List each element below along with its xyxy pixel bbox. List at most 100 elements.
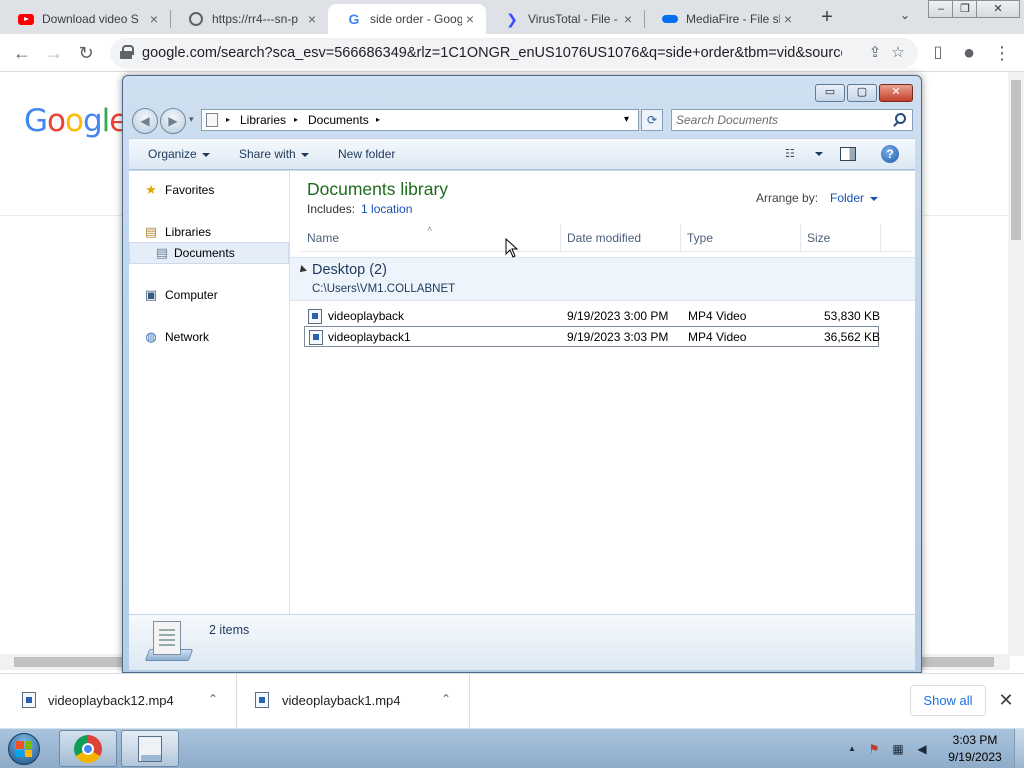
file-row[interactable]: videoplayback 9/19/2023 3:00 PM MP4 Vide… (304, 306, 880, 327)
tab-close-icon[interactable]: × (146, 11, 162, 27)
video-file-icon (22, 692, 36, 708)
taskbar-chrome[interactable] (59, 730, 117, 767)
google-logo[interactable]: Google (24, 103, 128, 139)
change-view-icon[interactable]: ☷ (785, 148, 799, 160)
tab-close-icon[interactable]: × (620, 11, 636, 27)
taskbar-explorer[interactable] (121, 730, 179, 767)
forward-arrow-icon[interactable]: ▶ (160, 108, 186, 134)
downloads-bar: videoplayback12.mp4 ⌃ videoplayback1.mp4… (0, 673, 1024, 728)
breadcrumb-libraries[interactable]: Libraries (240, 110, 286, 130)
group-header-desktop[interactable]: Desktop (2) C:\Users\VM1.COLLABNET (290, 257, 915, 301)
nav-documents-label: Documents (174, 246, 235, 260)
page-vertical-scrollbar[interactable] (1008, 72, 1024, 656)
breadcrumb-separator-icon[interactable]: ▸ (376, 110, 380, 130)
refresh-icon[interactable]: ⟳ (641, 109, 663, 131)
locations-link[interactable]: 1 location (361, 202, 412, 216)
download-item[interactable]: videoplayback1.mp4 ⌃ (237, 674, 470, 728)
explorer-maximize-icon[interactable]: ▢ (847, 84, 877, 102)
chevron-up-icon[interactable]: ⌃ (438, 691, 454, 707)
help-icon[interactable]: ? (881, 145, 899, 163)
download-item[interactable]: videoplayback12.mp4 ⌃ (0, 674, 237, 728)
nav-computer[interactable]: ▣ Computer (129, 285, 289, 305)
url-text[interactable]: google.com/search?sca_esv=566686349&rlz=… (142, 38, 842, 68)
tab-youtube-download[interactable]: Download video S × (0, 4, 170, 34)
show-all-button[interactable]: Show all (910, 685, 986, 716)
tab-mediafire[interactable]: MediaFire - File sh × (644, 4, 804, 34)
show-hidden-icons-icon[interactable]: ▲ (844, 741, 860, 757)
side-panel-icon[interactable]: ▯ (926, 41, 950, 65)
forward-icon[interactable]: → (42, 41, 66, 65)
library-title: Documents library (307, 179, 449, 199)
tab-virustotal[interactable]: ❯ VirusTotal - File - × (486, 4, 644, 34)
profile-avatar-icon[interactable]: ● (957, 41, 981, 65)
clock-date[interactable]: 9/19/2023 (940, 750, 1010, 764)
collapse-triangle-icon[interactable] (297, 265, 307, 275)
clock-time[interactable]: 3:03 PM (948, 733, 1002, 747)
close-icon[interactable]: ✕ (996, 690, 1016, 710)
bookmark-star-icon[interactable]: ☆ (889, 44, 907, 62)
explorer-close-icon[interactable]: ✕ (879, 84, 913, 102)
share-with-button[interactable]: Share with (239, 139, 309, 169)
view-dropdown-icon[interactable] (815, 152, 823, 156)
file-date: 9/19/2023 3:03 PM (567, 330, 669, 344)
restore-icon[interactable]: ❐ (952, 0, 978, 18)
network-icon[interactable]: ▦ (890, 741, 906, 757)
tab-title: MediaFire - File sh (686, 12, 780, 26)
action-center-flag-icon[interactable]: ⚑ (866, 741, 882, 757)
organize-button[interactable]: Organize (148, 139, 210, 169)
file-name: videoplayback1 (328, 330, 411, 344)
nav-libraries[interactable]: ▤ Libraries (129, 222, 289, 242)
nav-documents[interactable]: ▤ Documents (129, 242, 289, 264)
arrange-by-label: Arrange by: (756, 191, 819, 205)
new-tab-button[interactable]: + (816, 6, 838, 28)
start-button[interactable] (4, 731, 44, 767)
arrange-by-dropdown[interactable]: Folder (830, 191, 879, 205)
back-icon[interactable]: ← (10, 41, 34, 65)
explorer-minimize-icon[interactable]: ▭ (815, 84, 845, 102)
nav-libraries-label: Libraries (165, 225, 212, 239)
breadcrumb-separator-icon[interactable]: ▸ (226, 110, 230, 130)
reload-icon[interactable]: ↻ (74, 41, 98, 65)
file-type: MP4 Video (688, 330, 747, 344)
chevron-up-icon[interactable]: ⌃ (205, 691, 221, 707)
search-icon[interactable] (892, 113, 906, 127)
show-desktop-button[interactable] (1014, 729, 1024, 768)
column-type[interactable]: Type (681, 224, 801, 252)
search-box[interactable] (671, 109, 913, 131)
tab-close-icon[interactable]: × (462, 11, 478, 27)
volume-icon[interactable]: ◀ (914, 741, 930, 757)
chevron-down-icon (201, 152, 210, 157)
tab-title: Download video S (42, 12, 139, 26)
new-folder-button[interactable]: New folder (338, 139, 395, 169)
file-row[interactable]: videoplayback1 9/19/2023 3:03 PM MP4 Vid… (304, 326, 880, 347)
tab-close-icon[interactable]: × (304, 11, 320, 27)
virustotal-icon: ❯ (506, 10, 518, 27)
close-icon[interactable]: ✕ (976, 0, 1020, 18)
address-dropdown-icon[interactable]: ▾ (624, 110, 629, 130)
tab-search-icon[interactable]: ⌄ (896, 8, 914, 26)
breadcrumb-documents[interactable]: Documents (308, 110, 369, 130)
logo-letter: G (24, 103, 48, 139)
system-tray: ▲ ⚑ ▦ ◀ 3:03 PM 9/19/2023 (842, 729, 1024, 768)
menu-kebab-icon[interactable]: ⋮ (990, 41, 1014, 65)
tab-googlevideo-url[interactable]: https://rr4---sn-p × (170, 4, 328, 34)
recent-pages-chevron-icon[interactable]: ▾ (189, 114, 194, 125)
breadcrumb-separator-icon[interactable]: ▸ (294, 110, 298, 130)
nav-favorites[interactable]: ★ Favorites (129, 180, 289, 200)
tab-google-search[interactable]: G side order - Goog × (328, 4, 486, 34)
column-size[interactable]: Size (801, 224, 881, 252)
tab-close-icon[interactable]: × (780, 11, 796, 27)
share-icon[interactable]: ⇪ (866, 44, 884, 62)
explorer-address-bar[interactable]: ▸ Libraries ▸ Documents ▸ ▾ (201, 109, 639, 131)
lock-icon[interactable] (120, 45, 134, 59)
mediafire-icon (662, 11, 678, 27)
preview-pane-icon[interactable] (840, 147, 856, 161)
file-list-pane: Documents library Includes: 1 location Ar… (290, 171, 915, 614)
column-date-modified[interactable]: Date modified (561, 224, 681, 252)
back-arrow-icon[interactable]: ◀ (132, 108, 158, 134)
mouse-cursor-icon (505, 238, 519, 258)
minimize-icon[interactable]: ‒ (928, 0, 954, 18)
address-bar[interactable]: google.com/search?sca_esv=566686349&rlz=… (110, 38, 918, 68)
search-input[interactable] (676, 112, 886, 128)
nav-network[interactable]: ◍ Network (129, 327, 289, 347)
